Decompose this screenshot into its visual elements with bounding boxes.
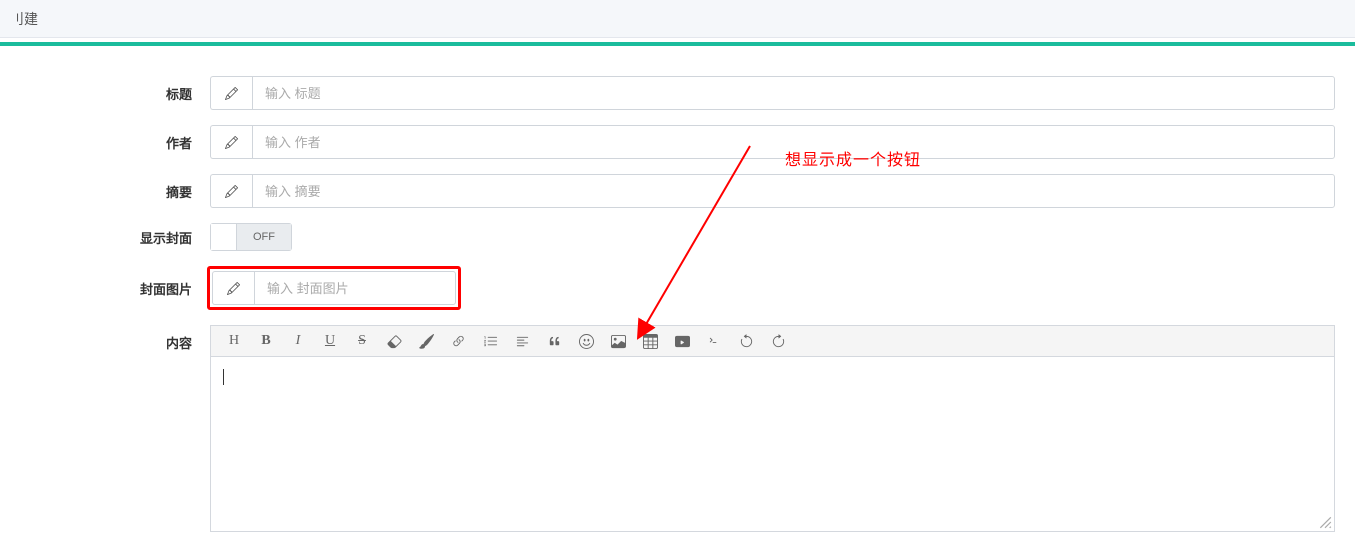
toggle-state-label: OFF	[237, 224, 291, 250]
label-content: 内容	[20, 325, 210, 352]
list-icon[interactable]	[475, 328, 505, 354]
header-bar: 刂建	[0, 0, 1355, 38]
toggle-knob	[211, 224, 237, 250]
pencil-icon	[210, 174, 252, 208]
row-author: 作者	[20, 125, 1335, 159]
text-cursor	[223, 369, 224, 385]
highlight-annotation-box	[207, 266, 461, 310]
editor-toolbar: H B I U S	[210, 325, 1335, 357]
label-author: 作者	[20, 133, 210, 152]
brush-icon[interactable]	[411, 328, 441, 354]
label-summary: 摘要	[20, 182, 210, 201]
pencil-icon	[210, 125, 252, 159]
bold-button[interactable]: B	[251, 328, 281, 354]
summary-input[interactable]	[252, 174, 1335, 208]
form-wrapper: 标题 作者	[0, 46, 1355, 532]
redo-icon[interactable]	[763, 328, 793, 354]
row-summary: 摘要	[20, 174, 1335, 208]
quote-icon[interactable]	[539, 328, 569, 354]
underline-button[interactable]: U	[315, 328, 345, 354]
label-show-cover: 显示封面	[20, 228, 210, 247]
show-cover-toggle[interactable]: OFF	[210, 223, 292, 251]
author-input[interactable]	[252, 125, 1335, 159]
emoji-icon[interactable]	[571, 328, 601, 354]
row-show-cover: 显示封面 OFF	[20, 223, 1335, 251]
strikethrough-button[interactable]: S	[347, 328, 377, 354]
row-content: 内容 H B I U S	[20, 325, 1335, 532]
align-icon[interactable]	[507, 328, 537, 354]
pencil-icon	[212, 271, 254, 305]
italic-button[interactable]: I	[283, 328, 313, 354]
resize-handle-icon[interactable]	[1318, 515, 1332, 529]
link-icon[interactable]	[443, 328, 473, 354]
heading-button[interactable]: H	[219, 328, 249, 354]
label-cover-image: 封面图片	[20, 279, 210, 298]
terminal-icon[interactable]	[699, 328, 729, 354]
pencil-icon	[210, 76, 252, 110]
breadcrumb-text: 刂建	[10, 9, 38, 29]
cover-image-input[interactable]	[254, 271, 456, 305]
row-cover-image: 封面图片	[20, 266, 1335, 310]
title-input[interactable]	[252, 76, 1335, 110]
eraser-icon[interactable]	[379, 328, 409, 354]
image-icon[interactable]	[603, 328, 633, 354]
undo-icon[interactable]	[731, 328, 761, 354]
table-icon[interactable]	[635, 328, 665, 354]
row-title: 标题	[20, 76, 1335, 110]
label-title: 标题	[20, 84, 210, 103]
video-icon[interactable]	[667, 328, 697, 354]
editor-body[interactable]	[210, 357, 1335, 532]
